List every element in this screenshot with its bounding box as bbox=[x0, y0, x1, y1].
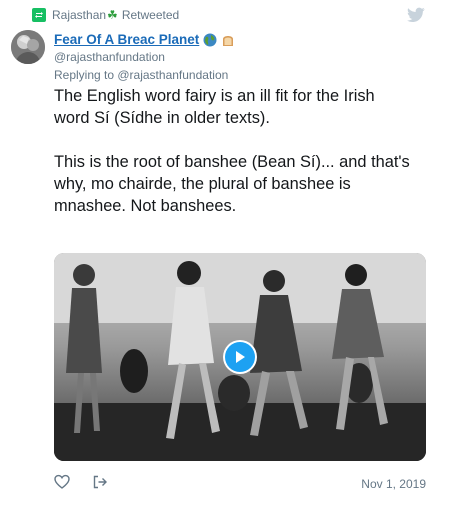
heart-icon[interactable] bbox=[54, 474, 70, 490]
author-name-row: Fear Of A Breac Planet bbox=[54, 32, 235, 47]
tweet-text-line: The English word fairy is an ill fit for… bbox=[54, 87, 375, 105]
retweet-user-name[interactable]: Rajasthan bbox=[52, 8, 106, 22]
author-handle[interactable]: @rajasthanfundation bbox=[54, 50, 165, 64]
retweet-user[interactable]: Rajasthan ☘ bbox=[52, 8, 122, 22]
twitter-bird-icon[interactable] bbox=[407, 7, 425, 23]
shamrock-icon: ☘ bbox=[107, 8, 118, 22]
tweet-text-line: This is the root of banshee (Bean Sí)...… bbox=[54, 153, 410, 171]
tweet-date[interactable]: Nov 1, 2019 bbox=[361, 477, 426, 491]
play-button[interactable] bbox=[223, 340, 257, 374]
author-display-name[interactable]: Fear Of A Breac Planet bbox=[54, 32, 199, 47]
tweet-actions bbox=[54, 474, 108, 490]
video-player[interactable] bbox=[54, 253, 426, 461]
play-icon bbox=[225, 342, 255, 372]
tweet-text: The English word fairy is an ill fit for… bbox=[54, 85, 434, 217]
share-icon[interactable] bbox=[92, 474, 108, 490]
tweet-text-line: word Sí (Sídhe in older texts). bbox=[54, 109, 270, 127]
retweet-label: Retweeted bbox=[121, 8, 180, 22]
retweet-icon bbox=[32, 8, 46, 22]
tweet-text-line: why, mo chairde, the plural of banshee i… bbox=[54, 175, 351, 193]
retweet-context: Rajasthan ☘ Retweeted bbox=[32, 7, 179, 23]
replying-to: Replying to @rajasthanfundation bbox=[54, 68, 229, 82]
globe-icon bbox=[203, 33, 217, 47]
bread-icon bbox=[221, 33, 235, 47]
tweet-text-line: mnashee. Not banshees. bbox=[54, 197, 237, 215]
avatar[interactable] bbox=[11, 30, 45, 64]
